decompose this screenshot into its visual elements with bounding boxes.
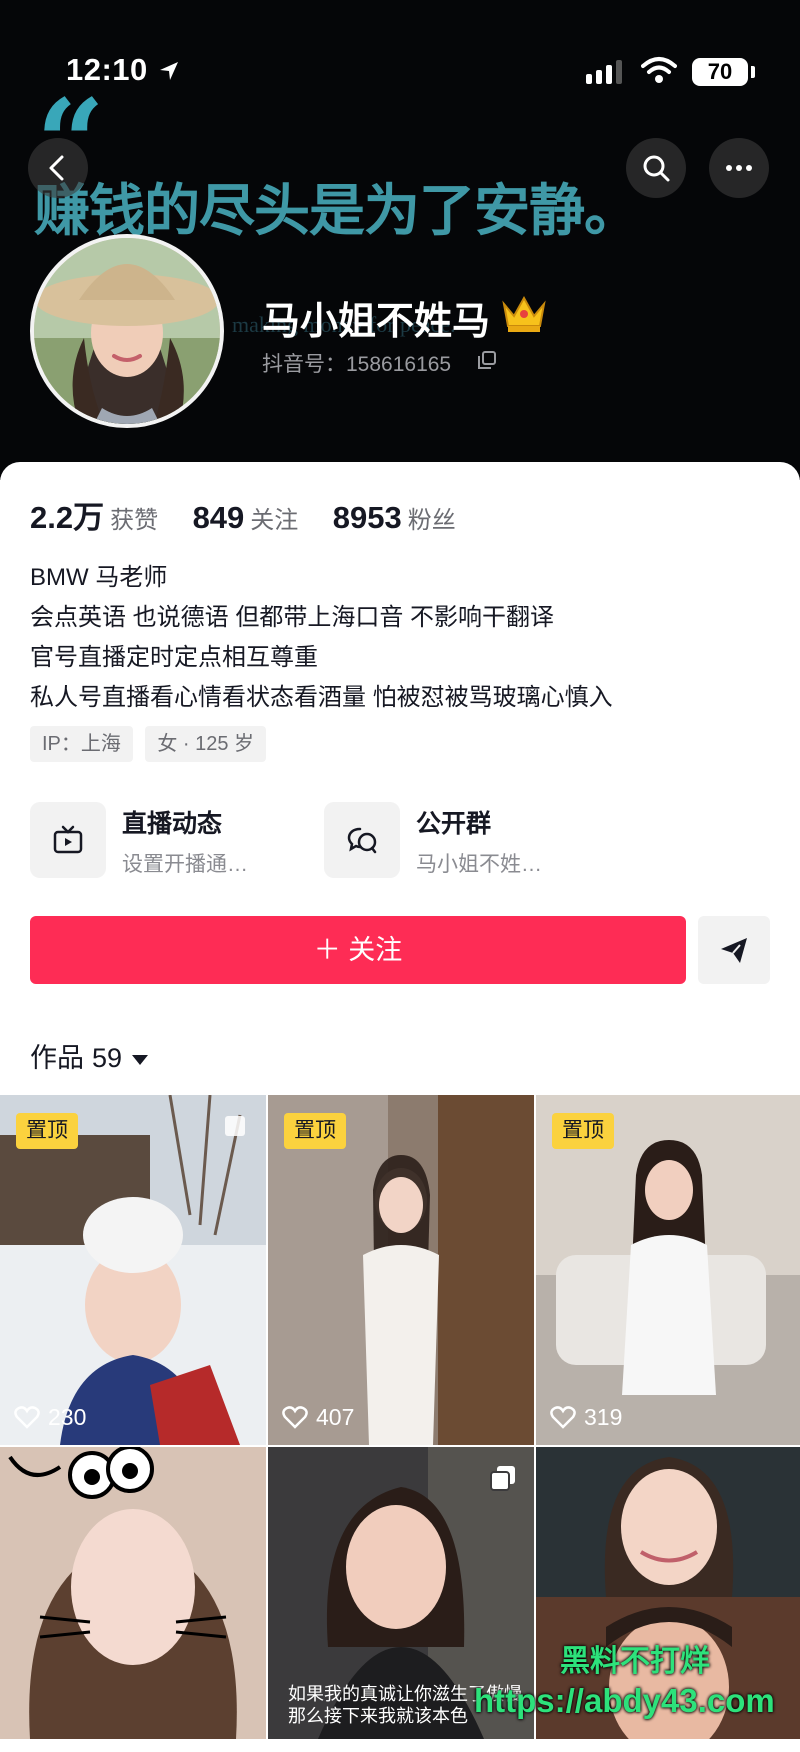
- stat-followers-label: 粉丝: [407, 507, 456, 534]
- watermark-line1: 黑料不打烊: [560, 1645, 710, 1678]
- pinned-badge: 置顶: [552, 1113, 614, 1149]
- video-cover: [0, 1447, 266, 1739]
- caret-down-icon: [132, 1054, 149, 1065]
- bio-line: BMW 马老师: [30, 564, 168, 591]
- live-entry-subtitle: 设置开播通…: [122, 853, 248, 876]
- location-arrow-icon: [160, 62, 178, 80]
- group-entry-title: 公开群: [416, 810, 492, 838]
- stat-following-label: 关注: [250, 507, 299, 534]
- likes-count: 230: [48, 1404, 87, 1430]
- stat-likes-value: 2.2万: [30, 500, 105, 535]
- likes-count: 407: [316, 1404, 355, 1430]
- chevron-left-icon: [49, 155, 64, 181]
- video-likes: 319: [550, 1404, 622, 1431]
- chat-bubbles-icon: [347, 827, 377, 854]
- video-thumbnail[interactable]: 置顶 230: [0, 1095, 266, 1445]
- pinned-badge: 置顶: [16, 1113, 78, 1149]
- gender-age-tag: 女 · 125 岁: [145, 726, 267, 762]
- works-label: 作品: [30, 1043, 84, 1073]
- video-thumbnail[interactable]: [0, 1447, 266, 1739]
- video-likes: 230: [14, 1404, 86, 1431]
- heart-icon: [14, 1406, 40, 1429]
- stats-row: 2.2万 获赞 849 关注 8953 粉丝: [30, 492, 486, 535]
- search-button[interactable]: [626, 138, 686, 198]
- bio-line: 私人号直播看心情看状态看酒量 怕被怼被骂玻璃心慎入: [30, 684, 613, 711]
- send-message-button[interactable]: [698, 916, 770, 984]
- heart-icon: [550, 1406, 576, 1429]
- profile-tags: IP：上海 女 · 125 岁: [30, 726, 274, 762]
- ip-tag: IP：上海: [30, 726, 133, 762]
- crown-icon: [502, 295, 546, 332]
- back-button[interactable]: [28, 138, 88, 198]
- avatar[interactable]: [30, 234, 224, 428]
- status-bar: 12:10 70: [0, 0, 800, 87]
- avatar-photo: [34, 238, 220, 424]
- pinned-badge: 置顶: [284, 1113, 346, 1149]
- stat-following[interactable]: 849 关注: [193, 500, 299, 536]
- group-entry-subtitle: 马小姐不姓…: [416, 853, 542, 876]
- bio: BMW 马老师 会点英语 也说德语 但都带上海口音 不影响干翻译 官号直播定时定…: [30, 558, 770, 718]
- stat-followers[interactable]: 8953 粉丝: [333, 500, 456, 536]
- live-icon-box: [30, 802, 106, 878]
- search-icon: [643, 155, 670, 182]
- tv-icon: [53, 825, 83, 854]
- image-set-icon: [225, 1116, 245, 1136]
- stat-following-value: 849: [192, 500, 245, 535]
- paper-plane-icon: [721, 938, 747, 963]
- works-tab[interactable]: 作品 59: [30, 1036, 149, 1075]
- works-count: 59: [92, 1043, 123, 1073]
- watermark: 黑料不打烊 https://abdy43.com: [474, 1636, 794, 1720]
- group-icon-box: [324, 802, 400, 878]
- video-likes: 407: [282, 1404, 354, 1431]
- stat-likes[interactable]: 2.2万 获赞: [30, 492, 158, 537]
- likes-count: 319: [584, 1404, 623, 1430]
- public-group-entry[interactable]: 公开群 马小姐不姓…: [324, 800, 604, 880]
- copy-icon[interactable]: [478, 351, 496, 369]
- follow-button[interactable]: ＋ 关注: [30, 916, 686, 984]
- wifi-icon: [641, 57, 677, 83]
- battery-tip: [751, 66, 755, 78]
- stat-likes-label: 获赞: [110, 507, 159, 534]
- battery-level: 70: [692, 58, 748, 86]
- profile-header-background: 12:10 70 “ 赚钱的尽头是为了安静。 making money for …: [0, 0, 800, 480]
- watermark-line2: https://abdy43.com: [474, 1682, 775, 1719]
- live-updates-entry[interactable]: 直播动态 设置开播通…: [30, 800, 310, 880]
- video-thumbnail[interactable]: 置顶 319: [536, 1095, 800, 1445]
- bio-line: 会点英语 也说德语 但都带上海口音 不影响干翻译: [30, 604, 555, 631]
- heart-icon: [282, 1406, 308, 1429]
- image-set-icon: [490, 1466, 515, 1491]
- video-thumbnail[interactable]: 置顶 407: [268, 1095, 534, 1445]
- douyin-id: 抖音号：158616165: [262, 353, 452, 376]
- live-entry-title: 直播动态: [122, 810, 223, 838]
- nickname: 马小姐不姓马: [262, 301, 491, 343]
- stat-followers-value: 8953: [332, 500, 402, 535]
- signal-icon: [586, 60, 622, 84]
- bio-line: 官号直播定时定点相互尊重: [30, 644, 318, 671]
- more-button[interactable]: [709, 138, 769, 198]
- more-dots-icon: [726, 165, 752, 171]
